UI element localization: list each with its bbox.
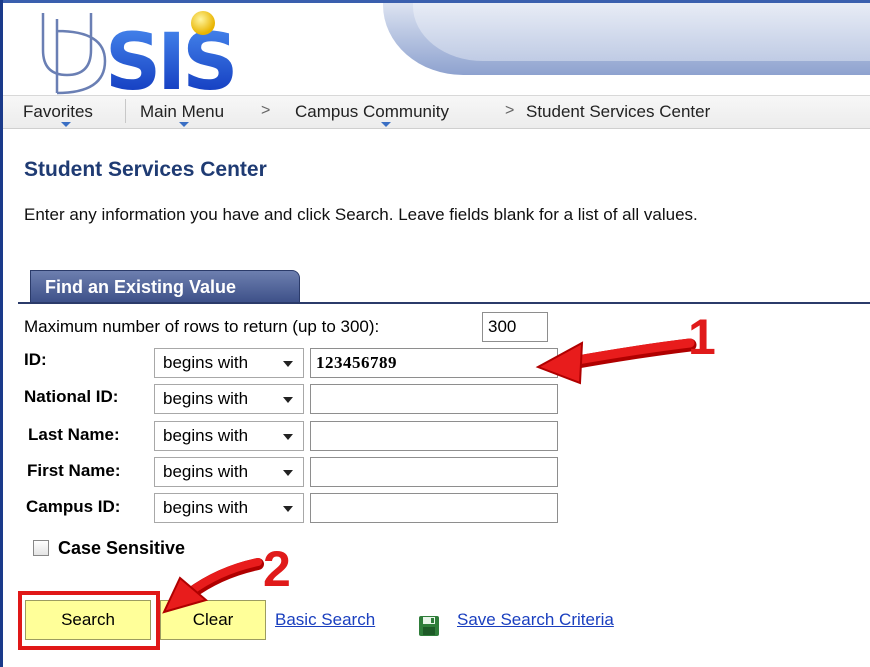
national-id-label: National ID:	[24, 387, 119, 406]
id-operator-value: begins with	[163, 353, 249, 372]
breadcrumb-separator-icon: >	[505, 102, 515, 119]
annotation-number-2: 2	[263, 541, 291, 597]
tab-underline	[18, 302, 870, 304]
last-name-label: Last Name:	[28, 425, 120, 444]
case-sensitive-checkbox[interactable]	[33, 540, 49, 556]
max-rows-label: Maximum number of rows to return (up to …	[24, 317, 380, 336]
save-disk-icon[interactable]	[418, 615, 440, 637]
breadcrumb-separator-icon: >	[261, 102, 271, 119]
breadcrumb-nav: Favorites Main Menu > Campus Community >…	[3, 95, 870, 129]
first-name-operator-value: begins with	[163, 462, 249, 481]
nav-divider	[125, 99, 126, 123]
chevron-down-icon	[283, 506, 293, 512]
search-button[interactable]: Search	[25, 600, 151, 640]
first-name-label: First Name:	[27, 461, 121, 480]
first-name-operator-select[interactable]: begins with	[154, 457, 304, 487]
chevron-down-icon	[283, 361, 293, 367]
header-banner-highlight	[413, 3, 870, 61]
chevron-down-icon	[283, 397, 293, 403]
chevron-down-icon	[283, 434, 293, 440]
campus-id-operator-select[interactable]: begins with	[154, 493, 304, 523]
last-name-input[interactable]	[310, 421, 558, 451]
campus-id-operator-value: begins with	[163, 498, 249, 517]
favorites-caret-icon	[61, 122, 71, 127]
page-instructions: Enter any information you have and click…	[24, 205, 698, 224]
nav-main-menu[interactable]: Main Menu	[140, 102, 224, 122]
svg-text:SIS: SIS	[105, 18, 234, 95]
id-operator-select[interactable]: begins with	[154, 348, 304, 378]
national-id-input[interactable]	[310, 384, 558, 414]
campus-id-label: Campus ID:	[26, 497, 121, 516]
basic-search-link[interactable]: Basic Search	[275, 610, 375, 630]
last-name-operator-select[interactable]: begins with	[154, 421, 304, 451]
first-name-input[interactable]	[310, 457, 558, 487]
udsis-logo: SIS	[41, 11, 238, 95]
chevron-down-icon	[283, 470, 293, 476]
red-arrow-icon	[162, 558, 264, 614]
national-id-operator-value: begins with	[163, 389, 249, 408]
save-search-criteria-link[interactable]: Save Search Criteria	[457, 610, 614, 630]
nav-favorites[interactable]: Favorites	[23, 102, 93, 122]
page-title: Student Services Center	[24, 158, 267, 181]
campus-community-caret-icon	[381, 122, 391, 127]
annotation-number-1: 1	[688, 309, 716, 365]
id-label: ID:	[24, 350, 47, 369]
last-name-operator-value: begins with	[163, 426, 249, 445]
nav-campus-community[interactable]: Campus Community	[295, 102, 449, 122]
national-id-operator-select[interactable]: begins with	[154, 384, 304, 414]
tab-find-existing-value[interactable]: Find an Existing Value	[30, 270, 300, 302]
main-menu-caret-icon	[179, 122, 189, 127]
campus-id-input[interactable]	[310, 493, 558, 523]
nav-student-services-center[interactable]: Student Services Center	[526, 102, 710, 122]
header: SIS	[3, 3, 870, 95]
